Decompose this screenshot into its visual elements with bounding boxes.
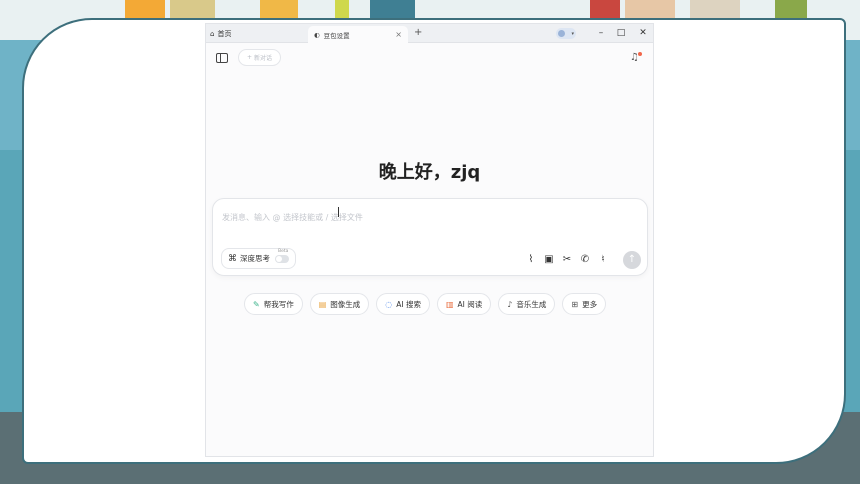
home-tab-label: 首页 xyxy=(217,29,232,38)
close-window-button[interactable]: ✕ xyxy=(636,26,650,40)
profile-button[interactable]: ▾ xyxy=(556,28,576,39)
quick-actions: ✎ 帮我写作 ▤ 图像生成 ◌ AI 搜索 ▥ AI 阅读 ♪ 音乐生成 ⊞ 更… xyxy=(244,293,607,315)
maximize-button[interactable]: □ xyxy=(614,26,628,40)
ai-search-icon: ◌ xyxy=(385,299,393,309)
chip-image-gen[interactable]: ▤ 图像生成 xyxy=(309,293,370,315)
message-input-box[interactable]: 发消息、输入 @ 选择技能或 / 选择文件 ⌘ 深度思考 Beta ⌇ ▣ ✂ … xyxy=(212,198,648,276)
deep-think-icon: ⌘ xyxy=(228,253,237,264)
phone-icon[interactable]: ✆ xyxy=(579,254,591,266)
ai-read-icon: ▥ xyxy=(445,299,454,309)
chip-more[interactable]: ⊞ 更多 xyxy=(562,293,607,315)
image-gen-icon: ▤ xyxy=(318,299,327,309)
chip-label: AI 搜索 xyxy=(396,299,421,309)
tab-favicon-icon: ◐ xyxy=(314,30,320,39)
message-input[interactable]: 发消息、输入 @ 选择技能或 / 选择文件 xyxy=(222,212,363,223)
chevron-down-icon: ▾ xyxy=(571,30,574,37)
minimize-button[interactable]: – xyxy=(594,26,608,40)
chip-label: 音乐生成 xyxy=(516,299,547,309)
new-tab-button[interactable]: + xyxy=(414,27,422,39)
sidebar-toggle-icon[interactable] xyxy=(216,53,228,63)
title-bar: ⌂ 首页 ◐ 豆包设置 × + ▾ – □ ✕ xyxy=(206,24,653,43)
mic-icon[interactable]: ♮ xyxy=(597,254,609,266)
attach-icon[interactable]: ⌇ xyxy=(525,254,537,266)
app-window: ⌂ 首页 ◐ 豆包设置 × + ▾ – □ ✕ + 新对话 ♫ 晚上好，zjq … xyxy=(206,24,653,456)
chip-label: 帮我写作 xyxy=(263,299,294,309)
tab-label: 豆包设置 xyxy=(323,31,350,40)
chip-label: 更多 xyxy=(582,299,598,309)
home-tab[interactable]: ⌂ 首页 xyxy=(210,27,231,40)
tab-close-icon[interactable]: × xyxy=(395,30,402,39)
tab-active[interactable]: ◐ 豆包设置 × xyxy=(308,26,408,43)
notification-dot xyxy=(638,52,642,56)
chip-ai-read[interactable]: ▥ AI 阅读 xyxy=(436,293,492,315)
avatar xyxy=(558,30,565,37)
new-chat-button[interactable]: + 新对话 xyxy=(238,49,281,66)
greeting-title: 晚上好，zjq xyxy=(378,162,481,183)
chip-label: 图像生成 xyxy=(330,299,361,309)
new-chat-label: 新对话 xyxy=(254,55,273,62)
deep-think-label: 深度思考 xyxy=(240,254,270,263)
scissors-icon[interactable]: ✂ xyxy=(561,254,573,266)
chip-write[interactable]: ✎ 帮我写作 xyxy=(244,293,303,315)
text-cursor xyxy=(338,207,339,217)
write-icon: ✎ xyxy=(253,299,260,309)
more-icon: ⊞ xyxy=(571,299,579,309)
send-button[interactable]: ↑ xyxy=(623,251,641,269)
plus-icon: + xyxy=(246,54,252,61)
image-icon[interactable]: ▣ xyxy=(543,254,555,266)
home-icon: ⌂ xyxy=(210,29,215,38)
music-icon: ♪ xyxy=(507,299,513,309)
chip-label: AI 阅读 xyxy=(457,299,483,309)
chip-ai-search[interactable]: ◌ AI 搜索 xyxy=(376,293,430,315)
toggle-switch[interactable] xyxy=(275,254,289,263)
beta-badge: Beta xyxy=(278,249,289,254)
chip-music[interactable]: ♪ 音乐生成 xyxy=(498,293,556,315)
